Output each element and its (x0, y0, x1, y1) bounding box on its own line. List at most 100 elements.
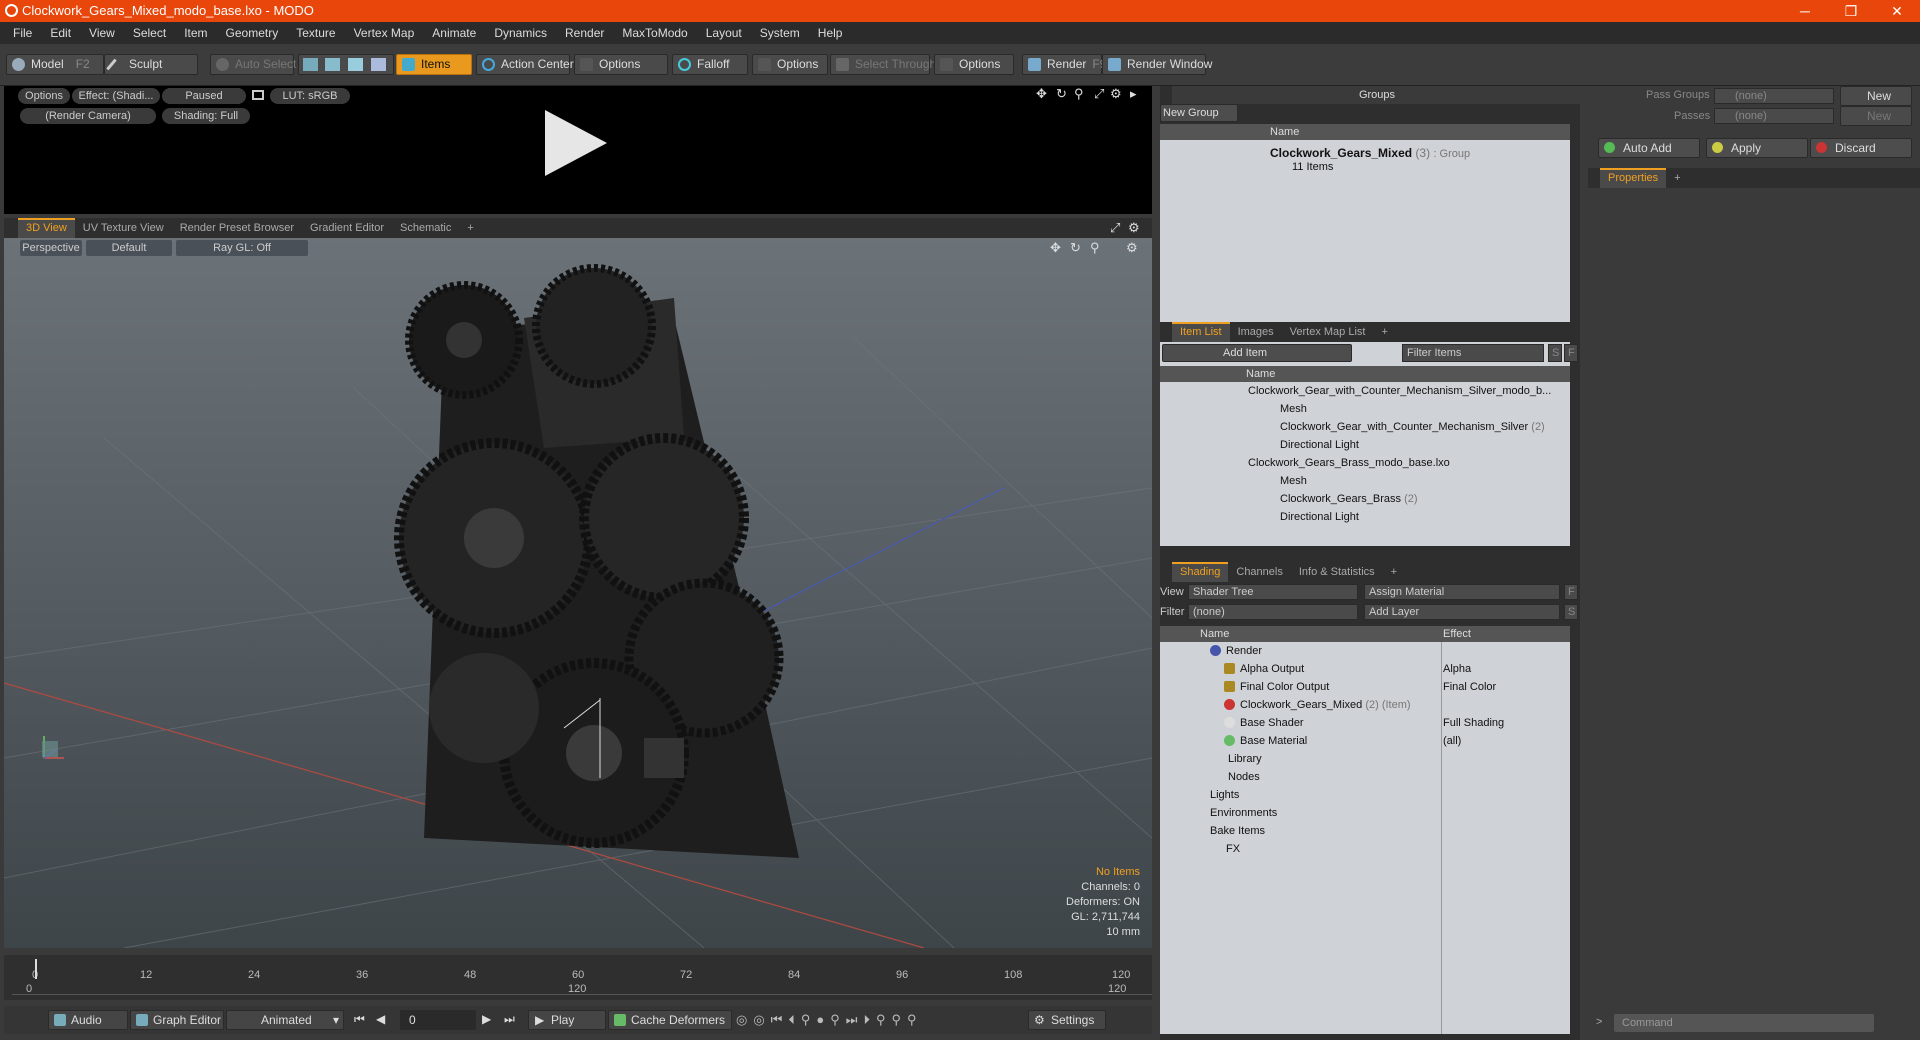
list-item[interactable]: Directional Light (1280, 436, 1359, 454)
animated-dropdown[interactable]: Animated ▾ (226, 1010, 344, 1030)
assign-material-button[interactable]: Assign Material (1364, 584, 1560, 600)
new-group-button[interactable]: New Group (1160, 104, 1238, 122)
menu-maxtomodo[interactable]: MaxToModo (613, 26, 696, 40)
tab-channels[interactable]: Channels (1228, 562, 1290, 582)
menu-geometry[interactable]: Geometry (217, 26, 288, 40)
tab-vertex-map-list[interactable]: Vertex Map List (1282, 322, 1374, 342)
tab-schematic[interactable]: Schematic (392, 218, 459, 238)
default-dropdown[interactable]: Default (86, 240, 172, 256)
tab-render-preset-browser[interactable]: Render Preset Browser (172, 218, 302, 238)
polygons-mode-icon[interactable] (348, 58, 363, 71)
menu-vertex-map[interactable]: Vertex Map (345, 26, 424, 40)
shader-row-final-color[interactable]: Final Color Output (1224, 678, 1329, 696)
items-mode-button[interactable]: Items (396, 54, 472, 75)
command-input[interactable]: Command (1614, 1014, 1874, 1032)
move-icon[interactable]: ✥ (1050, 240, 1061, 256)
s-toggle[interactable]: S (1564, 604, 1578, 620)
jump-start-icon[interactable]: ⏮ (354, 1012, 365, 1027)
list-item[interactable]: Directional Light (1280, 508, 1359, 526)
discard-button[interactable]: Discard (1810, 138, 1912, 158)
maximize-button[interactable]: ❐ (1828, 0, 1874, 22)
clockwork-gears-model[interactable] (394, 264, 799, 858)
expand-right-icon[interactable]: ▸ (1130, 86, 1137, 102)
tab-properties[interactable]: Properties (1600, 168, 1667, 188)
frame-input[interactable]: 0 (400, 1010, 476, 1030)
maximize-icon[interactable]: ⤢ (1110, 220, 1120, 236)
perspective-dropdown[interactable]: Perspective (20, 240, 82, 256)
add-tab-button[interactable]: + (1373, 322, 1395, 342)
rotate-icon[interactable]: ↻ (1056, 86, 1067, 102)
tab-item-list[interactable]: Item List (1172, 322, 1230, 342)
menu-item[interactable]: Item (175, 26, 216, 40)
lock-icon[interactable] (252, 90, 264, 100)
sculpt-button[interactable]: Sculpt (104, 54, 198, 75)
auto-add-button[interactable]: Auto Add (1598, 138, 1700, 158)
lut-dropdown[interactable]: LUT: sRGB (270, 88, 350, 104)
command-expand-icon[interactable]: > (1596, 1016, 1602, 1028)
shader-row-library[interactable]: Library (1228, 750, 1262, 768)
filter-dropdown[interactable]: (none) (1188, 604, 1358, 620)
menu-view[interactable]: View (80, 26, 124, 40)
menu-select[interactable]: Select (124, 26, 175, 40)
list-item[interactable]: Clockwork_Gear_with_Counter_Mechanism_Si… (1248, 382, 1551, 400)
list-item[interactable]: Clockwork_Gear_with_Counter_Mechanism_Si… (1280, 418, 1545, 436)
jump-end-icon[interactable]: ⏭ (504, 1012, 515, 1027)
step-forward-icon[interactable]: ▶ (482, 1012, 491, 1026)
play-icon[interactable] (545, 110, 607, 176)
zoom-icon[interactable]: ⚲ (1074, 86, 1084, 102)
maximize-icon[interactable]: ⤢ (1094, 86, 1104, 102)
new-pass-group-button[interactable]: New (1840, 86, 1912, 106)
shader-row-base-material[interactable]: Base Material (1224, 732, 1307, 750)
effect-cell[interactable]: (all) (1443, 732, 1461, 750)
options-button-1[interactable]: Options (574, 54, 668, 75)
menu-dynamics[interactable]: Dynamics (485, 26, 556, 40)
menu-render[interactable]: Render (556, 26, 613, 40)
minimize-button[interactable]: ─ (1782, 0, 1828, 22)
settings-icon[interactable]: ⚙ (1110, 86, 1122, 102)
shader-row-nodes[interactable]: Nodes (1228, 768, 1260, 786)
tab-images[interactable]: Images (1230, 322, 1282, 342)
keyframe-controls[interactable]: ◎◎⏮⏴⚲●⚲⏭⏵⚲⚲⚲ (736, 1012, 923, 1028)
action-center-button[interactable]: Action Center (476, 54, 574, 75)
zoom-icon[interactable]: ⚲ (1090, 240, 1100, 256)
tab-3d-view[interactable]: 3D View (18, 218, 75, 238)
tab-uv-texture-view[interactable]: UV Texture View (75, 218, 172, 238)
menu-file[interactable]: File (4, 26, 41, 40)
tab-shading[interactable]: Shading (1172, 562, 1229, 582)
add-item-button[interactable]: Add Item (1162, 344, 1352, 362)
menu-edit[interactable]: Edit (41, 26, 80, 40)
move-icon[interactable]: ✥ (1036, 86, 1047, 102)
shader-row-base-shader[interactable]: Base Shader (1224, 714, 1304, 732)
add-tab-button[interactable]: + (1383, 562, 1405, 582)
audio-button[interactable]: Audio (48, 1010, 128, 1030)
effect-dropdown[interactable]: Effect: (Shadi... (72, 88, 160, 104)
select-through-button[interactable]: Select Through (830, 54, 936, 75)
pass-groups-dropdown[interactable]: (none) (1714, 88, 1834, 104)
render-camera-dropdown[interactable]: (Render Camera) (20, 108, 156, 124)
list-item[interactable]: Clockwork_Gears_Brass (2) (1280, 490, 1418, 508)
falloff-button[interactable]: Falloff (672, 54, 748, 75)
timeline[interactable]: 0 12 24 36 48 60 72 84 96 108 120 0 120 … (4, 955, 1152, 1000)
playhead[interactable] (35, 959, 37, 979)
options-button-3[interactable]: Options (934, 54, 1014, 75)
effect-cell[interactable]: Full Shading (1443, 714, 1504, 732)
menu-layout[interactable]: Layout (697, 26, 751, 40)
menu-help[interactable]: Help (809, 26, 852, 40)
tab-gradient-editor[interactable]: Gradient Editor (302, 218, 392, 238)
effect-cell[interactable]: Alpha (1443, 660, 1471, 678)
materials-mode-icon[interactable] (371, 58, 386, 71)
add-tab-button[interactable]: + (459, 218, 481, 238)
shader-row-lights[interactable]: Lights (1210, 786, 1239, 804)
step-back-icon[interactable]: ◀ (376, 1012, 385, 1026)
preview-options-button[interactable]: Options (18, 88, 70, 104)
new-pass-button[interactable]: New (1840, 106, 1912, 126)
item-list[interactable]: Name Clockwork_Gear_with_Counter_Mechani… (1160, 366, 1570, 546)
list-item[interactable]: Clockwork_Gears_Brass_modo_base.lxo (1248, 454, 1450, 472)
shader-row-material-group[interactable]: Clockwork_Gears_Mixed (2) (Item) (1224, 696, 1411, 714)
auto-select-button[interactable]: Auto Select (210, 54, 296, 75)
settings-button[interactable]: ⚙ Settings (1028, 1010, 1106, 1030)
view-dropdown[interactable]: Shader Tree (1188, 584, 1358, 600)
raygl-dropdown[interactable]: Ray GL: Off (176, 240, 308, 256)
close-button[interactable]: ✕ (1874, 0, 1920, 22)
tab-info-statistics[interactable]: Info & Statistics (1291, 562, 1383, 582)
